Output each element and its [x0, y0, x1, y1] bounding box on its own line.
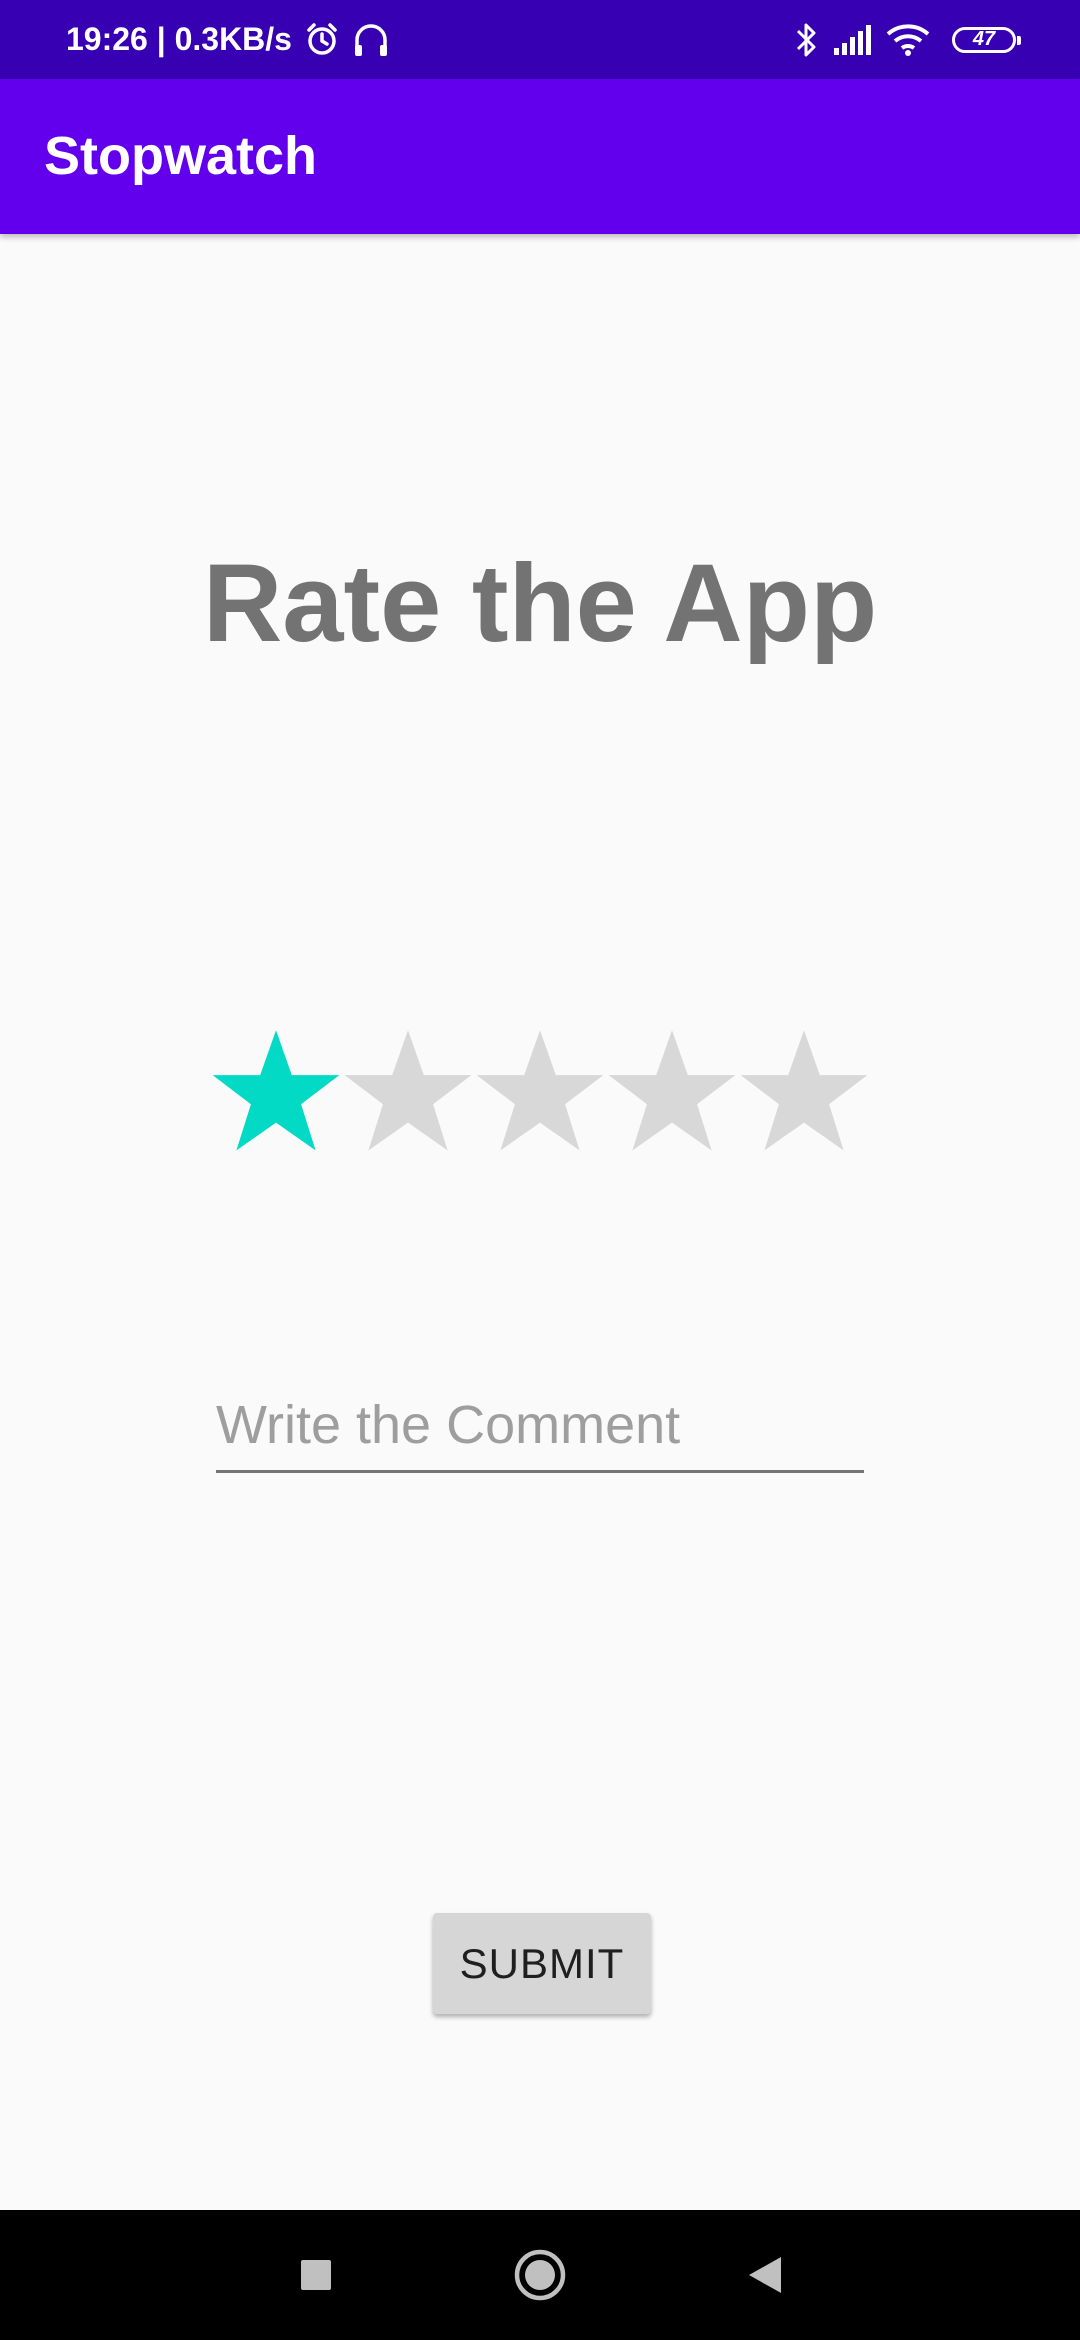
wifi-icon — [886, 23, 930, 56]
star-shape — [344, 1030, 472, 1151]
home-circle-icon — [514, 2249, 566, 2301]
page-title: Rate the App — [202, 542, 878, 665]
star-shape — [476, 1030, 604, 1151]
star-shape — [608, 1030, 736, 1151]
status-left: 19:26 | 0.3KB/s — [66, 0, 390, 79]
app-bar: Stopwatch — [0, 79, 1080, 234]
nav-bar — [0, 2210, 1080, 2340]
status-bar: 19:26 | 0.3KB/s 47 — [0, 0, 1080, 79]
star-shape — [212, 1030, 340, 1151]
star-icon[interactable] — [342, 1025, 474, 1157]
bluetooth-icon — [796, 23, 816, 56]
star-icon[interactable] — [606, 1025, 738, 1157]
battery-icon: 47 — [952, 26, 1021, 53]
battery-level: 47 — [972, 28, 996, 50]
status-time-speed: 19:26 | 0.3KB/s — [66, 21, 292, 57]
app-title: Stopwatch — [44, 126, 318, 186]
star-shape — [740, 1030, 868, 1151]
recents-button[interactable] — [286, 2210, 346, 2340]
star-icon[interactable] — [210, 1025, 342, 1157]
home-button[interactable] — [508, 2210, 572, 2340]
headphones-icon — [354, 23, 387, 56]
status-right: 47 — [794, 0, 1021, 79]
recents-square-icon — [301, 2260, 331, 2290]
submit-button[interactable]: SUBMIT — [433, 1913, 651, 2014]
alarm-icon — [307, 22, 337, 55]
back-triangle-icon — [749, 2257, 781, 2293]
star-icon[interactable] — [474, 1025, 606, 1157]
rating-bar[interactable] — [210, 1025, 870, 1157]
comment-input[interactable] — [216, 1380, 864, 1473]
back-button[interactable] — [740, 2210, 790, 2340]
signal-icon — [834, 24, 871, 55]
star-icon[interactable] — [738, 1025, 870, 1157]
